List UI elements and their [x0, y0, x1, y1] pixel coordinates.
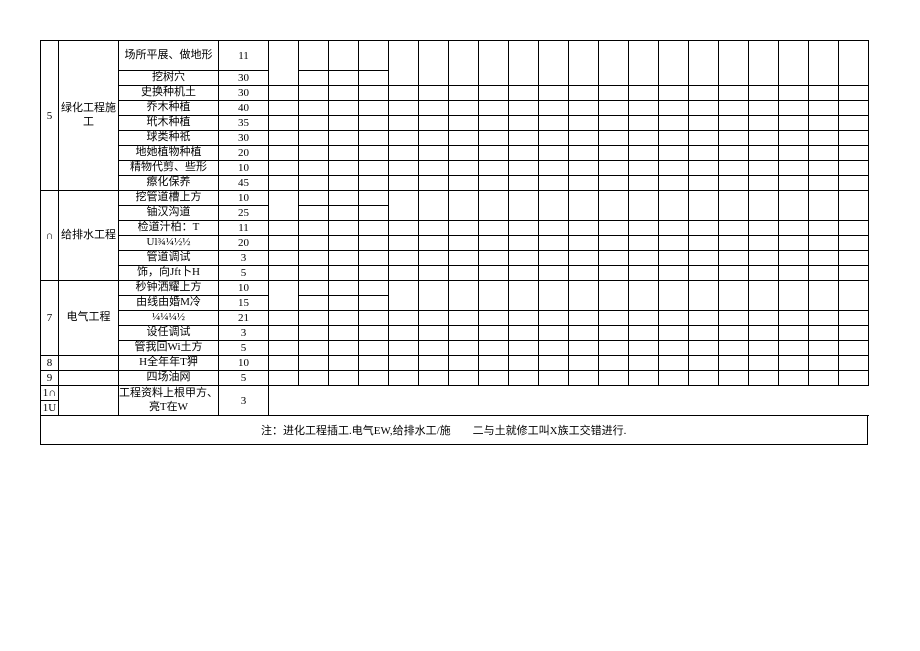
task-val: 21 [219, 311, 269, 326]
task-val: 10 [219, 281, 269, 296]
task-desc: Ul¾¼½½ [119, 236, 219, 251]
task-val: 10 [219, 161, 269, 176]
section-name: 给排水工程 [59, 191, 119, 281]
task-val: 25 [219, 206, 269, 221]
section-name: 电气工程 [59, 281, 119, 356]
section-num: 7 [41, 281, 59, 356]
section-num: 9 [41, 371, 59, 386]
section-name: 绿化工程施工 [59, 41, 119, 191]
task-desc: 乔木种植 [119, 101, 219, 116]
task-val: 35 [219, 116, 269, 131]
task-desc: 检道汁柏：T [119, 221, 219, 236]
task-val: 3 [219, 326, 269, 341]
footer-note: 注：进化工程插工.电气EW,给排水工/施 二与土就修工叫X族工交错进行. [40, 416, 868, 445]
schedule-table: 5 绿化工程施工 场所平展、做地形 11 挖树穴 30 史换种机土 30 乔木种… [40, 40, 869, 416]
task-desc: 场所平展、做地形 [119, 41, 219, 71]
task-val: 3 [219, 251, 269, 266]
task-desc: 地她植物种植 [119, 146, 219, 161]
task-val: 10 [219, 356, 269, 371]
task-desc: 瘵化保养 [119, 176, 219, 191]
task-desc: 玳木种植 [119, 116, 219, 131]
task-val: 20 [219, 236, 269, 251]
task-desc: 管道调试 [119, 251, 219, 266]
section-num: 8 [41, 356, 59, 371]
task-desc: 铀汉沟道 [119, 206, 219, 221]
task-desc: 史换种机土 [119, 86, 219, 101]
task-val: 5 [219, 266, 269, 281]
task-desc: 由线由婚M冷 [119, 296, 219, 311]
section-num: ∩ [41, 191, 59, 281]
task-desc: H全年年T狎 [119, 356, 219, 371]
task-val: 11 [219, 41, 269, 71]
task-desc: 秒钟洒耀上方 [119, 281, 219, 296]
task-val: 10 [219, 191, 269, 206]
task-desc: 四场油网 [119, 371, 219, 386]
task-desc: 管我回Wi土方 [119, 341, 219, 356]
task-val: 3 [219, 386, 269, 416]
section-num: 5 [41, 41, 59, 191]
task-val: 40 [219, 101, 269, 116]
task-desc: 工程资料上根甲方、亮T在W [119, 386, 219, 416]
task-desc: 挖管道槽上方 [119, 191, 219, 206]
task-val: 30 [219, 71, 269, 86]
task-desc: 球类种祇 [119, 131, 219, 146]
task-desc: 挖树穴 [119, 71, 219, 86]
task-desc: 设任调试 [119, 326, 219, 341]
task-desc: ¼¼¼½ [119, 311, 219, 326]
task-val: 20 [219, 146, 269, 161]
task-val: 11 [219, 221, 269, 236]
section-num: 1∩ [41, 386, 59, 401]
task-val: 15 [219, 296, 269, 311]
task-desc: 饰，向Jft卜H [119, 266, 219, 281]
section-num: 1U [41, 401, 59, 416]
task-val: 30 [219, 86, 269, 101]
task-val: 5 [219, 341, 269, 356]
task-val: 5 [219, 371, 269, 386]
task-val: 45 [219, 176, 269, 191]
task-val: 30 [219, 131, 269, 146]
task-desc: 精物代剪、些形 [119, 161, 219, 176]
